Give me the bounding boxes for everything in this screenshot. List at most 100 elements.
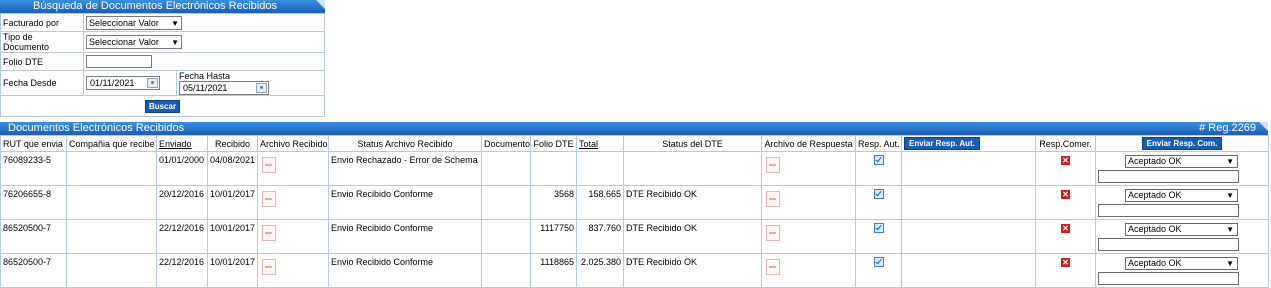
cell-status-dte (623, 151, 762, 186)
checkbox-checked-icon[interactable] (873, 189, 884, 199)
hasta-label: Fecha Hasta (179, 71, 231, 81)
col-archivo: Archivo Recibido (257, 135, 329, 152)
checkbox-checked-icon[interactable] (873, 223, 884, 233)
cell-rut: 86520500-7 (0, 253, 67, 288)
col-folio: Folio DTE (530, 135, 577, 152)
cell-status-dte: DTE Recibido OK (623, 219, 762, 254)
col-rut: RUT que envia (0, 135, 67, 152)
cell-status-dte: DTE Recibido OK (623, 185, 762, 220)
col-enviado[interactable]: Enviado (156, 135, 208, 152)
cell-total (576, 151, 624, 186)
header-corner (316, 0, 325, 9)
document-icon[interactable] (766, 191, 780, 207)
resp-com-select[interactable]: Aceptado OK ▼ (1125, 155, 1238, 168)
cell-rut: 76206655-8 (0, 185, 67, 220)
col-resp-aut: Resp. Aut. (855, 135, 902, 152)
cell-recibido: 10/01/2017 (207, 253, 258, 288)
chevron-down-icon: ▼ (1226, 191, 1234, 200)
cell-rut: 76089233-5 (0, 151, 67, 186)
calendar-icon[interactable] (147, 78, 158, 88)
resp-com-select[interactable]: Aceptado OK ▼ (1125, 189, 1238, 202)
record-count: # Reg.2269 (1199, 122, 1256, 134)
results-header: Documentos Electrónicos Recibidos # Reg.… (0, 122, 1268, 135)
cell-folio (530, 151, 577, 186)
search-title: Búsqueda de Documentos Electrónicos Reci… (33, 0, 277, 12)
cell-status-archivo: Envio Recibido Conforme (328, 185, 482, 220)
enviar-resp-aut-button[interactable]: Enviar Resp. Aut. (904, 137, 980, 150)
cell-compania (66, 219, 157, 254)
col-recibido: Recibido (207, 135, 258, 152)
cell-enviado: 22/12/2016 (156, 219, 208, 254)
chevron-down-icon: ▼ (171, 18, 179, 28)
table-row: 86520500-7 22/12/2016 10/01/2017 Envio Reci… (0, 253, 1269, 288)
results-table: RUT que envia Compañia que recibe Enviad… (0, 135, 1269, 288)
search-form: Facturado por Seleccionar Valor ▼ Tipo d… (0, 13, 325, 117)
col-archivo-resp: Archivo de Respuesta (761, 135, 856, 152)
cell-enviar-resp-aut (901, 185, 1036, 220)
cell-enviado: 01/01/2000 (156, 151, 208, 186)
cell-folio: 1117750 (530, 219, 577, 254)
cell-status-archivo: Envio Rechazado - Error de Schema (328, 151, 482, 186)
cell-recibido: 10/01/2017 (207, 219, 258, 254)
cell-rut: 86520500-7 (0, 219, 67, 254)
fecha-desde-input[interactable]: 01/11/2021 (86, 76, 160, 90)
cell-enviar-resp-aut (901, 253, 1036, 288)
cell-status-archivo: Envio Recibido Conforme (328, 253, 482, 288)
cell-compania (66, 253, 157, 288)
col-status-dte: Status del DTE (623, 135, 762, 152)
results-title: Documentos Electrónicos Recibidos (8, 122, 185, 134)
col-resp-comer: Resp.Comer. (1035, 135, 1096, 152)
folio-input[interactable] (86, 55, 152, 68)
cell-enviado: 22/12/2016 (156, 253, 208, 288)
cell-compania (66, 185, 157, 220)
col-compania: Compañia que recibe (66, 135, 157, 152)
tipo-label: Tipo de Documento (0, 31, 84, 53)
checkbox-checked-icon[interactable] (873, 155, 884, 165)
document-icon[interactable] (766, 259, 780, 275)
table-row: 76206655-8 20/12/2016 10/01/2017 Envio Reci… (0, 185, 1269, 220)
red-x-icon[interactable]: ✕ (1061, 224, 1070, 233)
facturado-select[interactable]: Seleccionar Valor ▼ (86, 15, 182, 30)
resp-com-comment-input[interactable] (1098, 170, 1239, 183)
calendar-icon[interactable] (256, 83, 267, 93)
search-header: Búsqueda de Documentos Electrónicos Reci… (0, 0, 325, 13)
enviar-resp-com-button[interactable]: Enviar Resp. Com. (1141, 137, 1223, 150)
document-icon[interactable] (766, 225, 780, 241)
folio-label: Folio DTE (0, 52, 84, 71)
resp-com-comment-input[interactable] (1098, 238, 1239, 251)
document-icon[interactable] (262, 259, 276, 275)
resp-com-select[interactable]: Aceptado OK ▼ (1125, 223, 1238, 236)
resp-com-comment-input[interactable] (1098, 204, 1239, 217)
cell-recibido: 04/08/2021 (207, 151, 258, 186)
search-panel: Búsqueda de Documentos Electrónicos Reci… (0, 0, 325, 117)
header-corner (1259, 122, 1268, 131)
buscar-button[interactable]: Buscar (144, 99, 181, 113)
chevron-down-icon: ▼ (171, 38, 179, 47)
table-row: 76089233-5 01/01/2000 04/08/2021 Envio Rech… (0, 151, 1269, 186)
cell-status-dte: DTE Recibido OK (623, 253, 762, 288)
cell-folio: 1118865 (530, 253, 577, 288)
resp-com-comment-input[interactable] (1098, 272, 1239, 285)
document-icon[interactable] (262, 157, 276, 173)
cell-documento (481, 253, 531, 288)
cell-enviar-resp-aut (901, 219, 1036, 254)
document-icon[interactable] (766, 157, 780, 173)
document-icon[interactable] (262, 191, 276, 207)
col-total[interactable]: Total (576, 135, 624, 152)
red-x-icon[interactable]: ✕ (1061, 190, 1070, 199)
cell-enviado: 20/12/2016 (156, 185, 208, 220)
results-panel: Documentos Electrónicos Recibidos # Reg.… (0, 122, 1269, 288)
cell-total: 158.665 (576, 185, 624, 220)
cell-compania (66, 151, 157, 186)
tipo-documento-select[interactable]: Seleccionar Valor ▼ (86, 35, 182, 49)
fecha-hasta-input[interactable]: 05/11/2021 (179, 81, 269, 95)
cell-documento (481, 185, 531, 220)
checkbox-checked-icon[interactable] (873, 257, 884, 267)
chevron-down-icon: ▼ (1226, 259, 1234, 268)
desde-label: Fecha Desde (0, 70, 84, 96)
document-icon[interactable] (262, 225, 276, 241)
red-x-icon[interactable]: ✕ (1061, 258, 1070, 267)
cell-status-archivo: Envio Recibido Conforme (328, 219, 482, 254)
resp-com-select[interactable]: Aceptado OK ▼ (1125, 257, 1238, 270)
red-x-icon[interactable]: ✕ (1061, 156, 1070, 165)
